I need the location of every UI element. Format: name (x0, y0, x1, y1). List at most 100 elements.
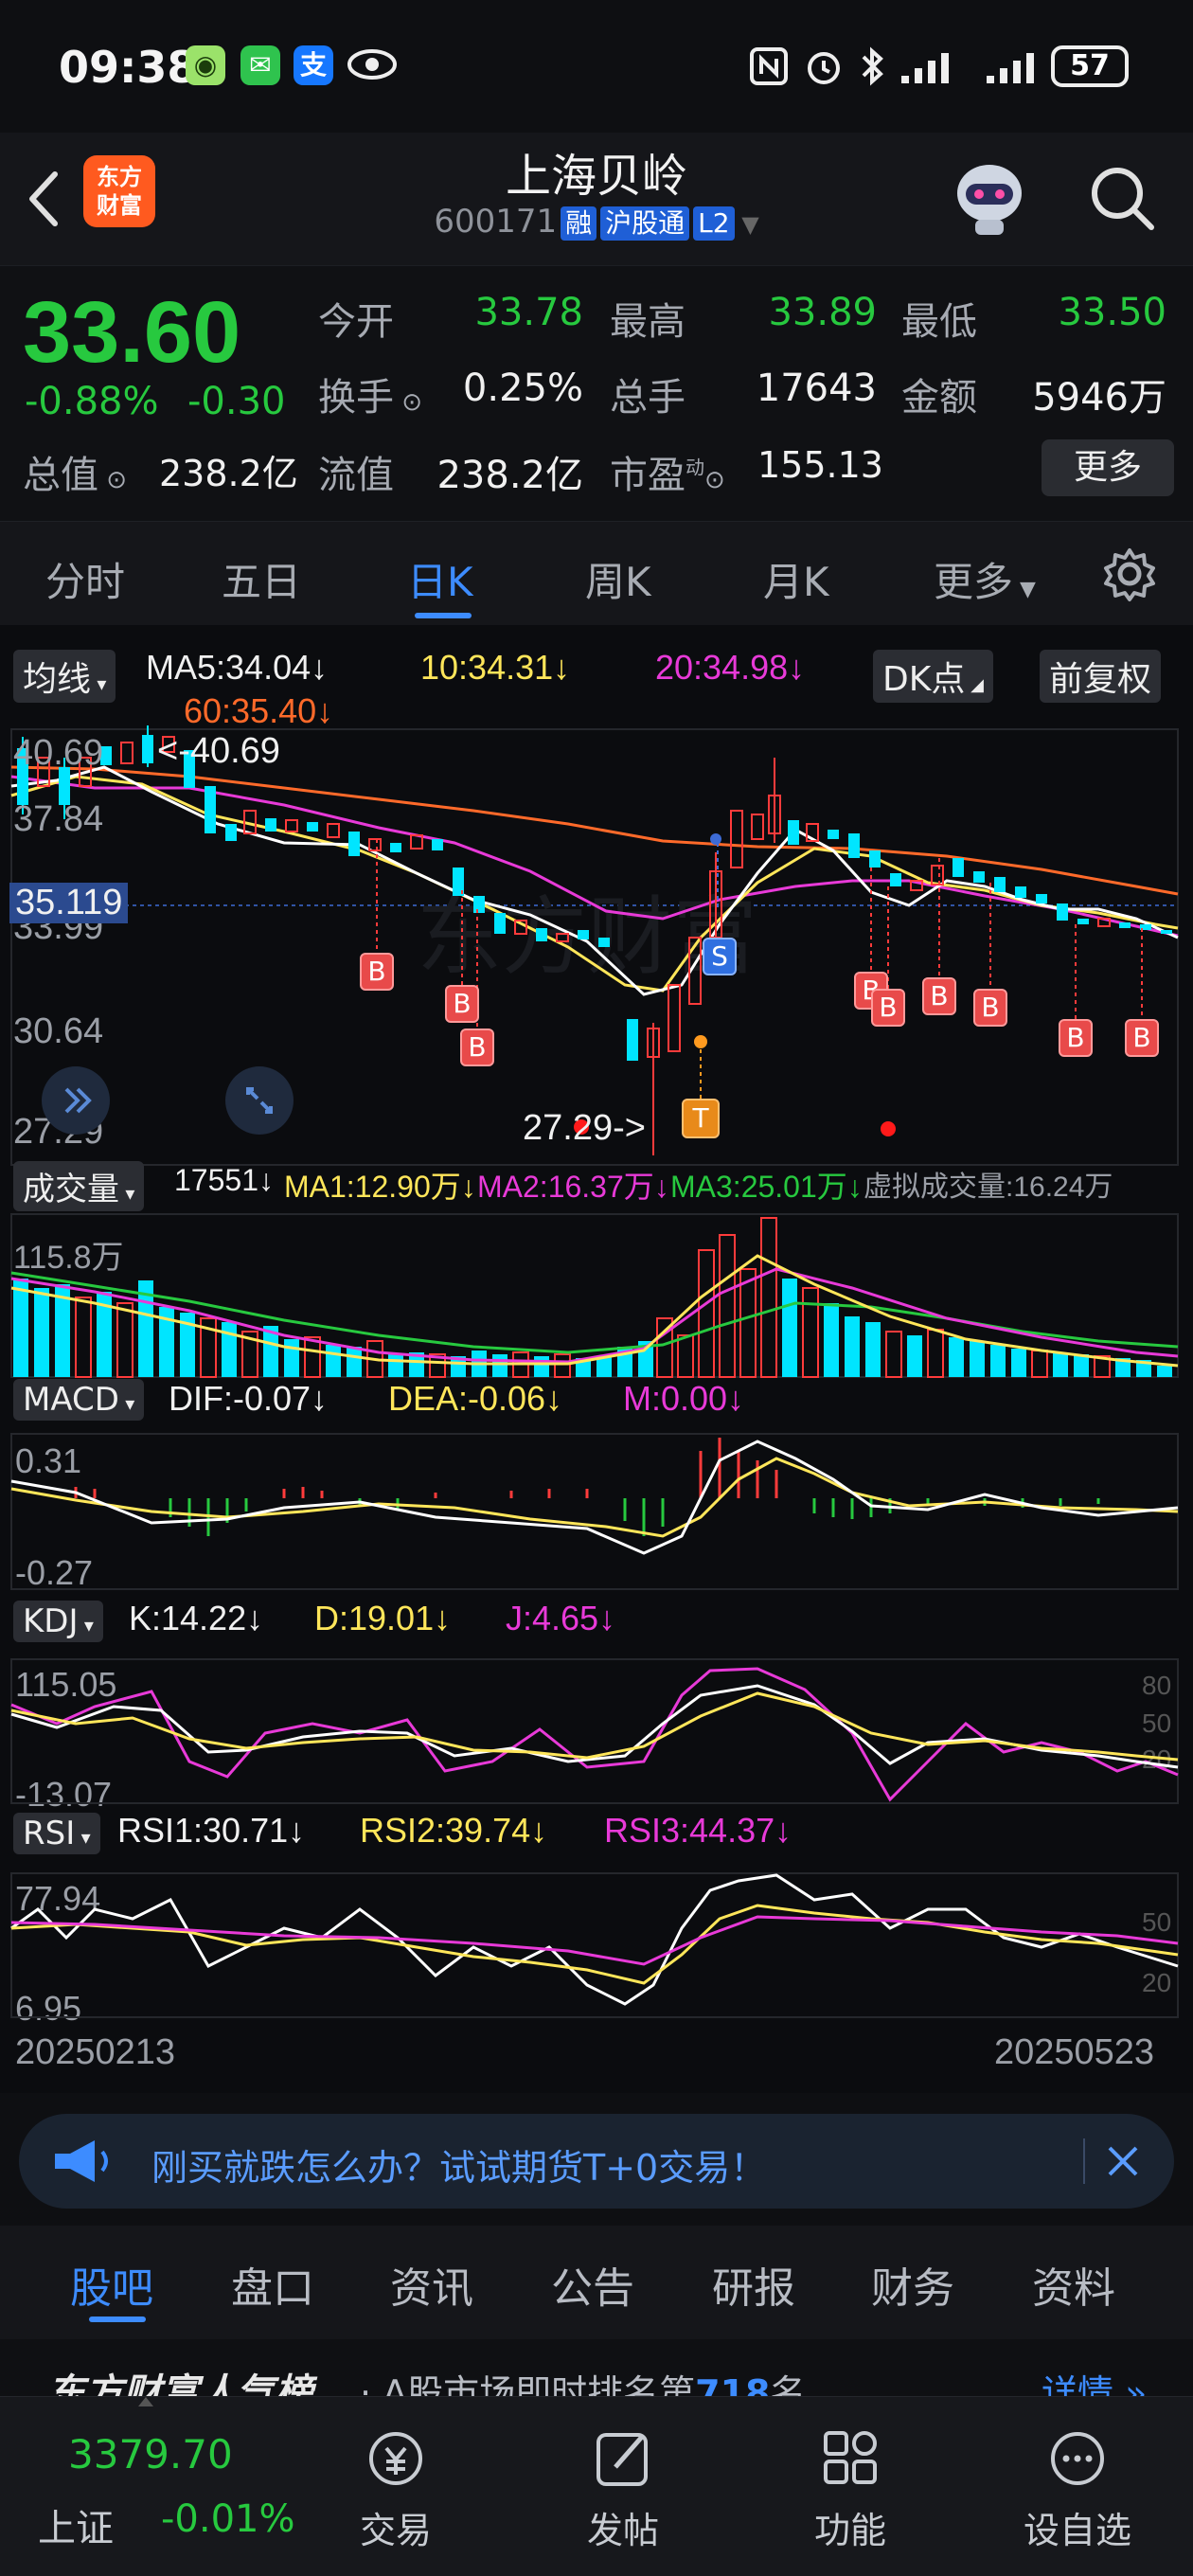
y-label-1: 40.69 (13, 733, 104, 773)
tab-profile[interactable]: 资料 (1032, 2254, 1115, 2315)
volume-label: 总手 (610, 376, 686, 420)
rsi-indicator-selector[interactable]: RSI ▾ (13, 1813, 100, 1854)
period-tabs: 分时 五日 日K 周K 月K 更多 ▼ (0, 521, 1193, 625)
buy-signal-marker[interactable]: B (1125, 1019, 1159, 1057)
banner-text: 刚买就跌怎么办？试试期货T+0交易！ (151, 2147, 767, 2189)
amount-value: 5946万 (1032, 376, 1166, 420)
high-value: 33.89 (768, 291, 877, 334)
index-value[interactable]: 3379.70 (68, 2431, 233, 2478)
app-notification-icon: ◉ (186, 45, 225, 85)
pe-value: 155.13 (757, 444, 883, 486)
date-end: 20250523 (994, 2032, 1155, 2072)
sell-signal-marker[interactable]: S (703, 938, 737, 975)
battery-icon: 57 (1051, 45, 1129, 87)
tab-intraday[interactable]: 分时 (45, 550, 125, 608)
macd-m: M:0.00↓ (623, 1379, 745, 1418)
tab-order-book[interactable]: 盘口 (231, 2254, 314, 2315)
buy-signal-marker[interactable]: B (445, 985, 479, 1023)
tag-connect: 沪股通 (600, 206, 690, 241)
kdj-indicator-selector[interactable]: KDJ ▾ (13, 1601, 103, 1642)
turnover-value: 0.25% (462, 367, 583, 410)
nav-add-watchlist[interactable]: 设自选 (1002, 2425, 1153, 2553)
index-expand-arrow (138, 2397, 153, 2406)
tab-financials[interactable]: 财务 (871, 2254, 954, 2315)
macd-svg (10, 1433, 1179, 1590)
nav-post-label: 发帖 (586, 2510, 659, 2551)
search-icon[interactable] (1085, 161, 1161, 237)
date-start: 20250213 (15, 2032, 176, 2072)
amount-label: 金额 (901, 376, 977, 420)
nav-add-watchlist-label: 设自选 (1023, 2510, 1131, 2551)
nav-trade-label: 交易 (359, 2510, 432, 2551)
tab-stock-forum[interactable]: 股吧 (70, 2254, 153, 2315)
chart-settings-gear-icon[interactable] (1100, 545, 1159, 603)
index-change[interactable]: -0.01% (161, 2497, 295, 2541)
status-time: 09:38 (59, 42, 198, 93)
alipay-icon: 支 (294, 45, 333, 85)
signal-icon-1 (899, 47, 966, 85)
buy-signal-marker[interactable]: B (871, 989, 905, 1027)
buy-signal-marker[interactable]: B (973, 989, 1007, 1027)
t-signal-marker[interactable]: T (682, 1099, 720, 1138)
megaphone-icon (45, 2137, 121, 2186)
low-label: 最低 (901, 300, 977, 344)
kdj-j: J:4.65↓ (506, 1599, 616, 1637)
rsi3-value: RSI3:44.37↓ (604, 1811, 792, 1850)
expand-sidebar-icon[interactable] (42, 1066, 110, 1135)
kdj-svg (10, 1658, 1179, 1804)
change-amount: -0.30 (187, 380, 286, 423)
float-cap-value: 238.2亿 (436, 454, 583, 497)
kdj-d: D:19.01↓ (314, 1599, 452, 1637)
alarm-icon (803, 45, 845, 87)
edit-icon (596, 2433, 648, 2486)
pe-label: 市盈动⊙ (610, 454, 725, 497)
fullscreen-icon[interactable] (225, 1066, 294, 1135)
float-cap-label: 流值 (318, 454, 394, 497)
tab-research[interactable]: 研报 (712, 2254, 795, 2315)
tab-more-periods[interactable]: 更多 ▼ (934, 550, 1036, 608)
bottom-nav: 3379.70 上证 -0.01% 交易 发帖 功能 设自选 (0, 2396, 1193, 2576)
wechat-icon: ✉ (240, 45, 280, 85)
tag-level2: L2 (693, 206, 735, 241)
promo-banner[interactable]: 刚买就跌怎么办？试试期货T+0交易！ (19, 2114, 1174, 2209)
y-label-2: 37.84 (13, 799, 104, 839)
current-price: 33.60 (23, 284, 241, 381)
tab-daily-k[interactable]: 日K (407, 550, 473, 608)
close-icon[interactable] (1098, 2137, 1148, 2186)
volume-ma1: MA1:12.90万↓ (284, 1170, 476, 1204)
low-note: 27.29-> (523, 1108, 646, 1148)
grid-icon (824, 2431, 877, 2484)
tab-weekly-k[interactable]: 周K (585, 550, 651, 608)
macd-dif: DIF:-0.07↓ (169, 1379, 329, 1418)
nfc-icon (748, 45, 790, 87)
buy-signal-marker[interactable]: B (460, 1029, 494, 1066)
buy-signal-marker[interactable]: B (360, 953, 394, 991)
more-quote-button[interactable]: 更多 (1042, 439, 1174, 496)
volume-indicator-selector[interactable]: 成交量 ▾ (13, 1161, 145, 1211)
tab-announcements[interactable]: 公告 (551, 2254, 634, 2315)
turnover-label: 换手 ⊙ (318, 376, 423, 420)
nav-post[interactable]: 发帖 (547, 2425, 699, 2553)
active-tab-indicator (415, 613, 472, 618)
index-name[interactable]: 上证 (38, 2497, 114, 2552)
buy-signal-marker[interactable]: B (922, 977, 956, 1015)
nav-functions[interactable]: 功能 (775, 2425, 926, 2553)
rsi2-value: RSI2:39.74↓ (360, 1811, 548, 1850)
macd-indicator-selector[interactable]: MACD ▾ (13, 1379, 145, 1421)
buy-signal-marker[interactable]: B (1059, 1019, 1093, 1057)
change-percent: -0.88% (25, 380, 159, 423)
low-value: 33.50 (1058, 291, 1166, 334)
volume-svg (10, 1213, 1179, 1378)
kdj-k: K:14.22↓ (129, 1599, 264, 1637)
content-tabs: 股吧 盘口 资讯 公告 研报 财务 资料 (0, 2226, 1193, 2339)
signal-icon-2 (985, 47, 1051, 85)
kline-chart-area[interactable]: 均线 ▾ MA5:34.04↓ 10:34.31↓ 20:34.98↓ 60:3… (0, 625, 1193, 2093)
tab-news[interactable]: 资讯 (390, 2254, 473, 2315)
trade-icon (369, 2432, 422, 2485)
quote-panel: 33.60 -0.88% -0.30 总值 ⊙ 238.2亿 今开 33.78 … (0, 265, 1193, 521)
macd-dea: DEA:-0.06↓ (388, 1379, 563, 1418)
tab-monthly-k[interactable]: 月K (763, 550, 829, 608)
nav-trade[interactable]: 交易 (320, 2425, 472, 2553)
tab-five-day[interactable]: 五日 (222, 550, 301, 608)
robot-assistant-icon[interactable] (947, 152, 1032, 242)
